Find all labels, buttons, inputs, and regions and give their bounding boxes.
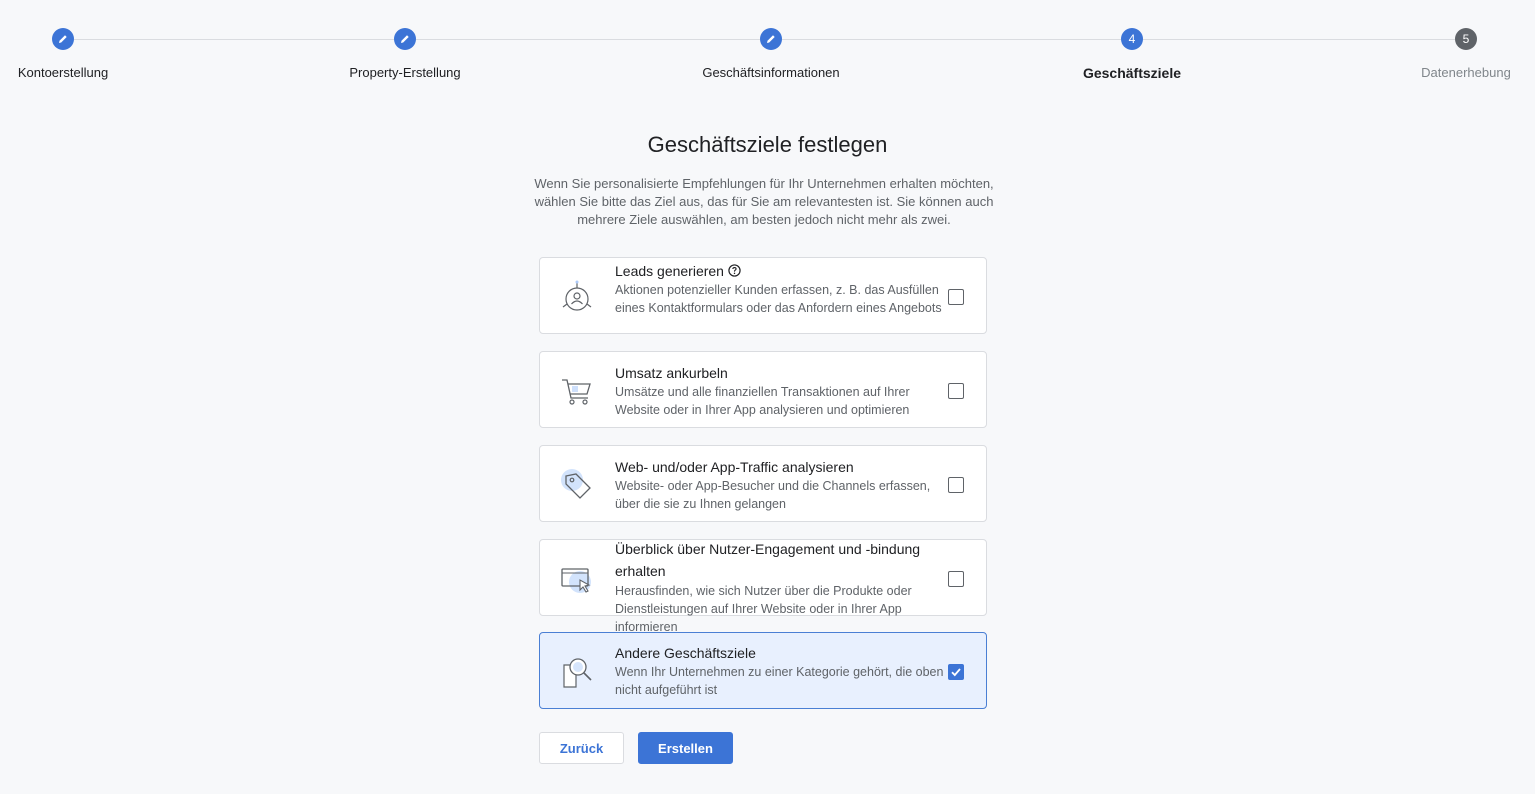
goal-card-text: Umsatz ankurbeln Umsätze und alle finanz… bbox=[615, 363, 945, 419]
goal-card-traffic[interactable]: Web- und/oder App-Traffic analysieren We… bbox=[539, 445, 987, 522]
step-property-erstellung[interactable]: Property-Erstellung bbox=[305, 28, 505, 80]
magnifier-document-icon bbox=[563, 658, 592, 688]
step-kontoerstellung[interactable]: Kontoerstellung bbox=[0, 28, 163, 80]
step-done-circle bbox=[52, 28, 74, 50]
leads-icon bbox=[562, 280, 592, 311]
goal-description: Herausfinden, wie sich Nutzer über die P… bbox=[615, 584, 912, 634]
goal-checkbox[interactable] bbox=[948, 664, 964, 680]
goal-card-text: Andere Geschäftsziele Wenn Ihr Unternehm… bbox=[615, 643, 945, 699]
help-icon[interactable] bbox=[728, 264, 741, 277]
goal-checkbox[interactable] bbox=[948, 571, 964, 587]
step-number-circle: 5 bbox=[1455, 28, 1477, 50]
step-done-circle bbox=[760, 28, 782, 50]
step-geschaeftsinformationen[interactable]: Geschäftsinformationen bbox=[671, 28, 871, 80]
shopping-cart-icon bbox=[562, 379, 591, 405]
step-label: Datenerhebung bbox=[1421, 65, 1511, 80]
screen-cursor-icon bbox=[561, 568, 591, 593]
goal-card-umsatz[interactable]: Umsatz ankurbeln Umsätze und alle finanz… bbox=[539, 351, 987, 428]
goal-description: Umsätze und alle finanziellen Transaktio… bbox=[615, 385, 910, 417]
step-label: Kontoerstellung bbox=[17, 65, 109, 80]
goal-checkbox[interactable] bbox=[948, 383, 964, 399]
goal-checkbox[interactable] bbox=[948, 289, 964, 305]
step-number-circle: 4 bbox=[1121, 28, 1143, 50]
goal-card-text: Web- und/oder App-Traffic analysieren We… bbox=[615, 457, 945, 513]
step-datenerhebung: 5 Datenerhebung bbox=[1366, 28, 1535, 80]
goal-card-text: Überblick über Nutzer-Engagement und -bi… bbox=[615, 538, 945, 636]
pencil-icon bbox=[767, 35, 775, 43]
goal-title: Überblick über Nutzer-Engagement und -bi… bbox=[615, 541, 921, 579]
goal-card-text: Leads generieren Aktionen potenzieller K… bbox=[615, 261, 945, 317]
goal-card-engagement[interactable]: Überblick über Nutzer-Engagement und -bi… bbox=[539, 539, 987, 634]
page-description: Wenn Sie personalisierte Empfehlungen fü… bbox=[534, 176, 994, 227]
goal-description: Wenn Ihr Unternehmen zu einer Kategorie … bbox=[615, 665, 944, 697]
checkmark-icon bbox=[951, 668, 961, 677]
step-label: Geschäftsziele bbox=[1082, 65, 1182, 81]
pencil-icon bbox=[59, 35, 67, 43]
step-label: Geschäftsinformationen bbox=[702, 65, 840, 80]
goal-title: Leads generieren bbox=[615, 261, 945, 281]
create-button[interactable]: Erstellen bbox=[638, 732, 733, 764]
goal-title: Web- und/oder App-Traffic analysieren bbox=[615, 459, 854, 475]
goal-description: Website- oder App-Besucher und die Chann… bbox=[615, 479, 931, 511]
goal-title: Andere Geschäftsziele bbox=[615, 645, 756, 661]
goal-card-andere[interactable]: Andere Geschäftsziele Wenn Ihr Unternehm… bbox=[539, 632, 987, 709]
pencil-icon bbox=[401, 35, 409, 43]
step-done-circle bbox=[394, 28, 416, 50]
tag-icon bbox=[561, 469, 591, 499]
back-button[interactable]: Zurück bbox=[539, 732, 624, 764]
step-label: Property-Erstellung bbox=[349, 65, 461, 80]
step-geschaeftsziele: 4 Geschäftsziele bbox=[1032, 28, 1232, 81]
goal-description: Aktionen potenzieller Kunden erfassen, z… bbox=[615, 283, 942, 315]
goal-card-leads[interactable]: Leads generieren Aktionen potenzieller K… bbox=[539, 257, 987, 334]
page-title: Geschäftsziele festlegen bbox=[647, 132, 888, 157]
goal-checkbox[interactable] bbox=[948, 477, 964, 493]
goal-title: Umsatz ankurbeln bbox=[615, 365, 728, 381]
stepper: Kontoerstellung Property-Erstellung Gesc… bbox=[0, 0, 1535, 100]
